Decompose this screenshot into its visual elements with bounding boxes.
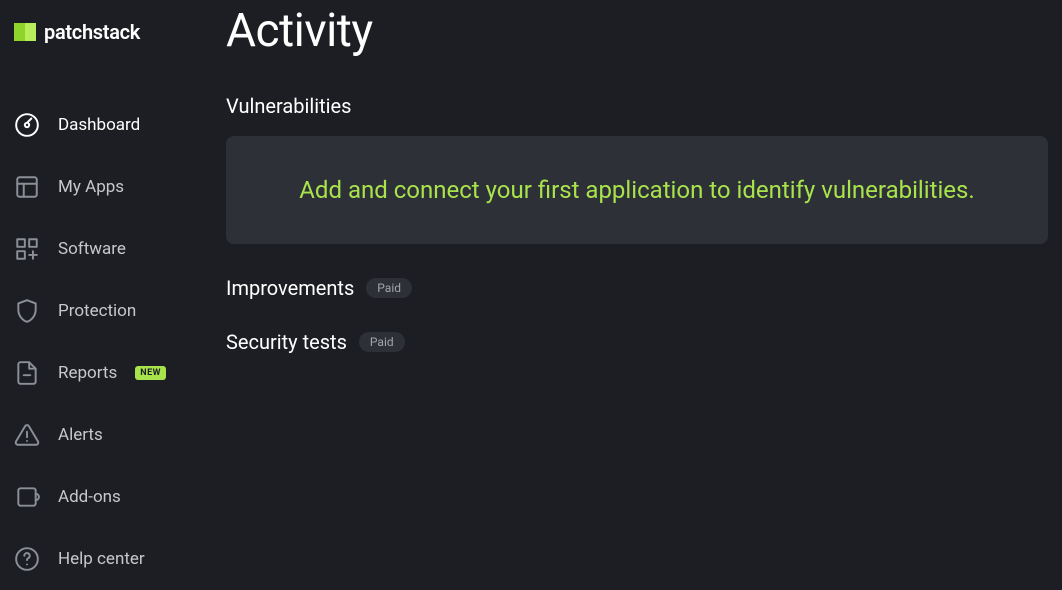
section-improvements-header: Improvements Paid [226, 276, 1048, 300]
new-badge: NEW [135, 366, 166, 380]
logo-mark-icon [14, 23, 36, 41]
nav-item-help[interactable]: Help center [0, 528, 226, 590]
nav-item-addons[interactable]: Add-ons [0, 466, 226, 528]
section-security-tests-header: Security tests Paid [226, 330, 1048, 354]
nav-label: Alerts [58, 425, 103, 445]
nav-item-protection[interactable]: Protection [0, 280, 226, 342]
nav-label: Software [58, 239, 126, 259]
main-content: Activity Vulnerabilities Add and connect… [226, 0, 1062, 582]
nav-label: Reports [58, 363, 117, 383]
section-heading-vulnerabilities: Vulnerabilities [226, 94, 351, 118]
nav-label: My Apps [58, 177, 124, 197]
section-vulnerabilities-header: Vulnerabilities [226, 94, 1048, 118]
nav-label: Help center [58, 549, 145, 569]
nav-item-myapps[interactable]: My Apps [0, 156, 226, 218]
layout-icon [14, 174, 40, 200]
page-title: Activity [226, 4, 1048, 58]
file-icon [14, 360, 40, 386]
nav-label: Add-ons [58, 487, 121, 507]
paid-badge: Paid [366, 278, 412, 298]
nav-item-software[interactable]: Software [0, 218, 226, 280]
vulnerabilities-empty-state[interactable]: Add and connect your first application t… [226, 136, 1048, 244]
section-heading-improvements: Improvements [226, 276, 354, 300]
nav-label: Protection [58, 301, 136, 321]
gauge-icon [14, 112, 40, 138]
alert-triangle-icon [14, 422, 40, 448]
empty-state-text: Add and connect your first application t… [299, 176, 974, 204]
logo[interactable]: patchstack [0, 20, 226, 44]
sidebar: patchstack Dashboard My Apps [0, 0, 226, 582]
section-heading-security-tests: Security tests [226, 330, 347, 354]
logo-text: patchstack [44, 20, 140, 44]
nav-label: Dashboard [58, 115, 140, 135]
paid-badge: Paid [359, 332, 405, 352]
nav: Dashboard My Apps [0, 94, 226, 590]
help-circle-icon [14, 546, 40, 572]
nav-item-reports[interactable]: Reports NEW [0, 342, 226, 404]
nav-item-dashboard[interactable]: Dashboard [0, 94, 226, 156]
nav-item-alerts[interactable]: Alerts [0, 404, 226, 466]
puzzle-icon [14, 484, 40, 510]
grid-add-icon [14, 236, 40, 262]
shield-icon [14, 298, 40, 324]
